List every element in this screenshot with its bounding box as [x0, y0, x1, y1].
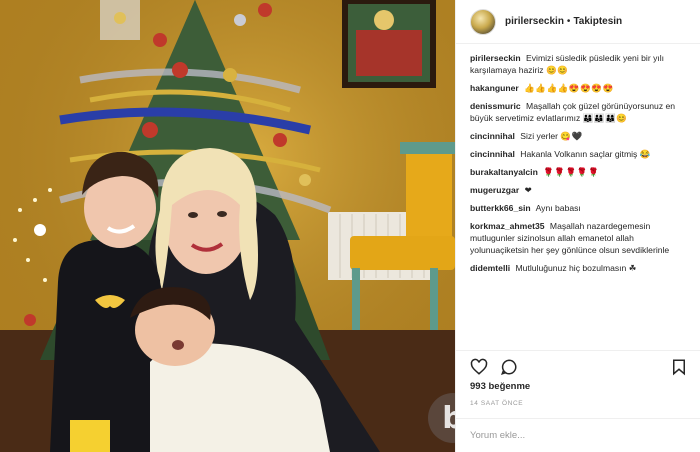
comment-list: pirilerseckin Evimizi süsledik püsledik …	[470, 52, 690, 346]
comment-username[interactable]: hakanguner	[470, 83, 519, 93]
comment-item: cincinnihal Hakanla Volkanın saçlar gitm…	[470, 148, 690, 160]
comment-username[interactable]: korkmaz_ahmet35	[470, 221, 545, 231]
action-bar	[456, 350, 700, 378]
post-header: pirilerseckin • Takiptesin	[456, 0, 700, 44]
comment-emoji: 👍👍👍👍😍😍😍😍	[524, 83, 614, 93]
comment-username[interactable]: didemtelli	[470, 263, 510, 273]
add-comment-area	[456, 418, 700, 452]
comment-item: korkmaz_ahmet35 Maşallah nazardegemesin …	[470, 220, 690, 256]
comment-emoji: 😊😊	[545, 65, 569, 75]
family-photo-illustration	[0, 0, 455, 452]
like-count[interactable]: 993 beğenme	[470, 381, 530, 392]
bookmark-icon[interactable]	[670, 358, 688, 376]
comment-emoji: 🌹🌹🌹🌹🌹	[543, 167, 600, 177]
comment-text: Hakanla Volkanın saçlar gitmiş	[520, 149, 638, 159]
comment-emoji: 😋🖤	[560, 131, 583, 141]
post-sidebar: pirilerseckin • Takiptesin pirilerseckin…	[455, 0, 700, 452]
comment-username[interactable]: cincinnihal	[470, 149, 515, 159]
comment-input[interactable]	[470, 430, 686, 441]
comment-username[interactable]: burakaltanyalcin	[470, 167, 538, 177]
comment-username[interactable]: butterkk66_sin	[470, 203, 531, 213]
comment-bubble-icon[interactable]	[500, 358, 518, 376]
comment-text: Mutluluğunuz hiç bozulmasın	[515, 263, 627, 273]
comment-item: mugeruzgar ❤	[470, 184, 690, 196]
comment-username[interactable]: cincinnihal	[470, 131, 515, 141]
comment-emoji: ❤	[524, 185, 533, 195]
comment-username[interactable]: denissmuric	[470, 101, 521, 111]
comment-item: didemtelli Mutluluğunuz hiç bozulmasın ☘	[470, 262, 690, 274]
header-username[interactable]: pirilerseckin	[505, 16, 564, 27]
comment-text: Sizi yerler	[520, 131, 559, 141]
post-timestamp: 14 SAAT ÖNCE	[470, 400, 524, 407]
comment-item: butterkk66_sin Aynı babası	[470, 202, 690, 214]
comment-emoji: ☘	[628, 263, 637, 273]
comment-item: cincinnihal Sizi yerler 😋🖤	[470, 130, 690, 142]
comment-item: burakaltanyalcin 🌹🌹🌹🌹🌹	[470, 166, 690, 178]
avatar[interactable]	[470, 8, 496, 35]
comment-item: denissmuric Maşallah çok güzel görünüyor…	[470, 100, 690, 124]
comment-emoji: 👨‍👩‍👦👨‍👩‍👦👨‍👩‍👦😊	[582, 113, 628, 123]
comment-item: pirilerseckin Evimizi süsledik püsledik …	[470, 52, 690, 76]
separator-dot: •	[566, 16, 571, 27]
heart-icon[interactable]	[470, 358, 488, 376]
follow-status-button[interactable]: Takiptesin	[573, 16, 622, 27]
comment-emoji: 😂	[639, 149, 651, 159]
comment-text: Aynı babası	[535, 203, 581, 213]
comment-username[interactable]: pirilerseckin	[470, 53, 521, 63]
comment-username[interactable]: mugeruzgar	[470, 185, 519, 195]
post-photo[interactable]: b	[0, 0, 455, 452]
comment-item: hakanguner 👍👍👍👍😍😍😍😍	[470, 82, 690, 94]
